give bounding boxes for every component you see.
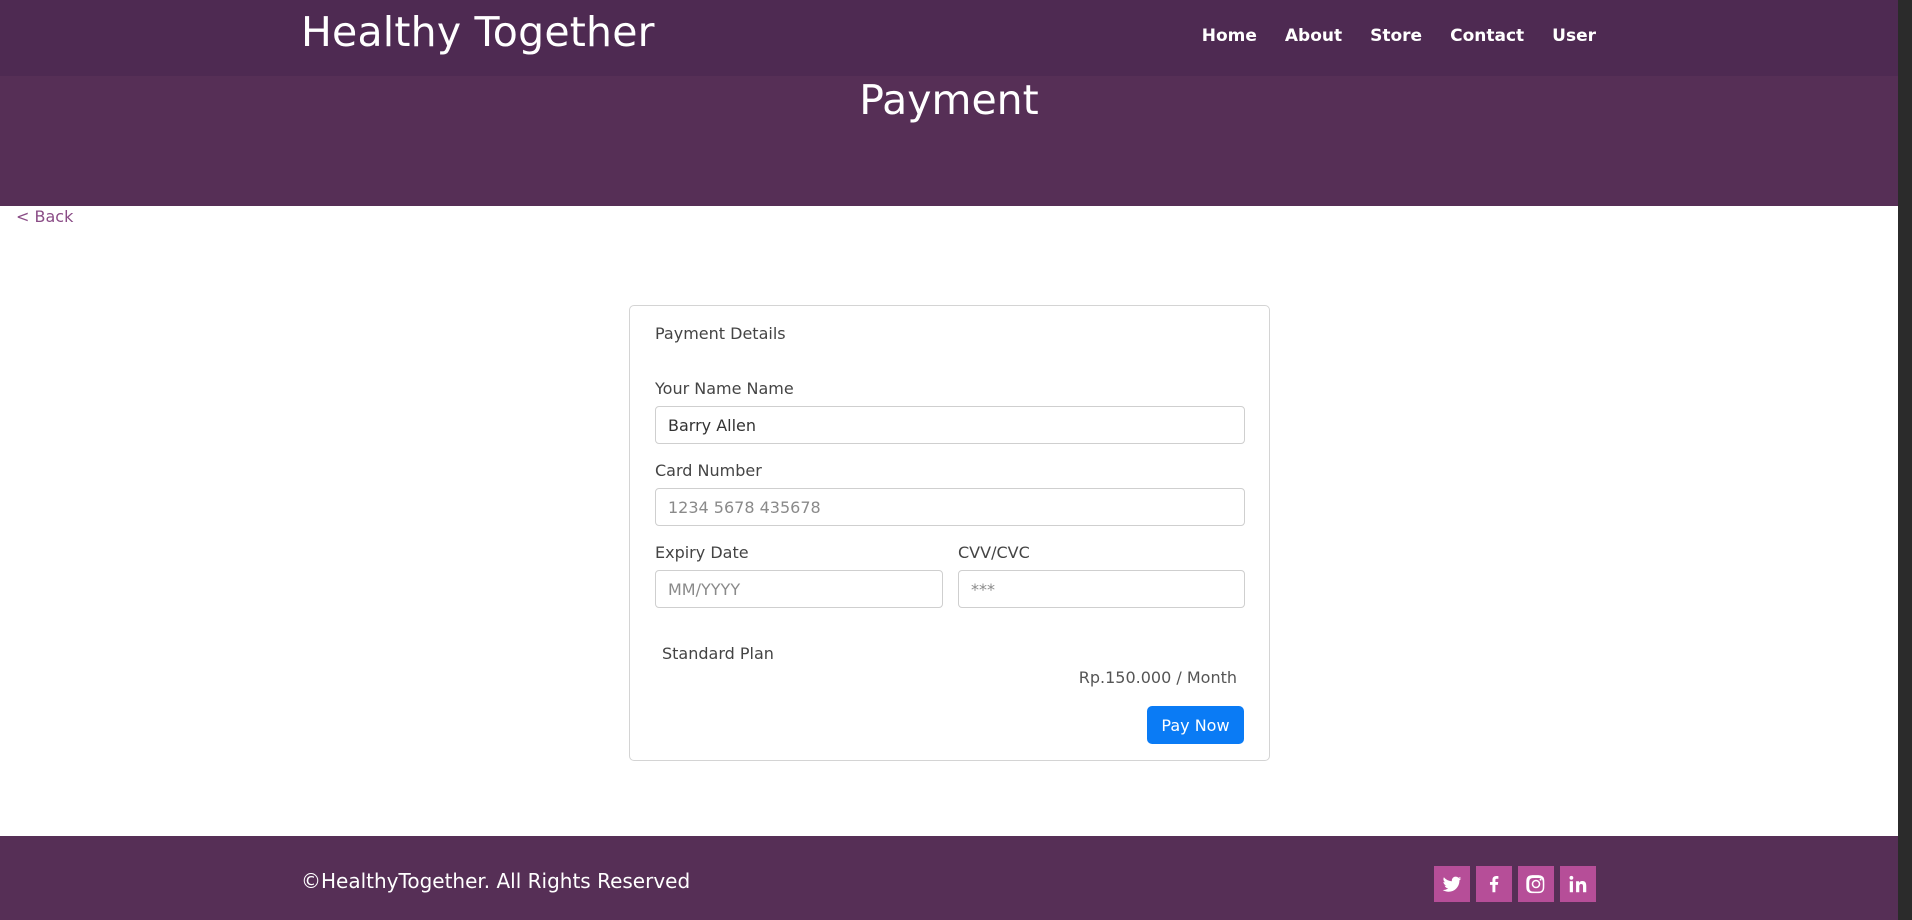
scrollbar[interactable] bbox=[1898, 0, 1912, 920]
linkedin-icon[interactable] bbox=[1560, 866, 1596, 902]
expiry-date-label: Expiry Date bbox=[655, 543, 749, 562]
footer: ©HealthyTogether. All Rights Reserved bbox=[0, 836, 1898, 920]
name-field[interactable] bbox=[655, 406, 1245, 444]
nav-links: Home About Store Contact User bbox=[1174, 26, 1596, 46]
hero-banner: Payment bbox=[0, 76, 1898, 206]
nav-about[interactable]: About bbox=[1285, 26, 1342, 46]
card-number-field[interactable] bbox=[655, 488, 1245, 526]
back-link[interactable]: < Back bbox=[16, 207, 73, 226]
copyright-text: ©HealthyTogether. All Rights Reserved bbox=[301, 869, 691, 893]
nav-home[interactable]: Home bbox=[1202, 26, 1257, 46]
twitter-icon[interactable] bbox=[1434, 866, 1470, 902]
payment-card: Payment Details Your Name Name Card Numb… bbox=[629, 305, 1270, 761]
card-number-label: Card Number bbox=[655, 461, 762, 480]
nav-contact[interactable]: Contact bbox=[1450, 26, 1524, 46]
name-label: Your Name Name bbox=[655, 379, 794, 398]
instagram-icon[interactable] bbox=[1518, 866, 1554, 902]
page-title: Payment bbox=[859, 76, 1039, 124]
plan-name: Standard Plan bbox=[662, 644, 774, 663]
brand-logo-text[interactable]: Healthy Together bbox=[301, 8, 655, 56]
nav-store[interactable]: Store bbox=[1370, 26, 1422, 46]
payment-details-title: Payment Details bbox=[655, 324, 786, 343]
navbar: Healthy Together Home About Store Contac… bbox=[0, 0, 1898, 76]
expiry-date-field[interactable] bbox=[655, 570, 943, 608]
nav-user[interactable]: User bbox=[1552, 26, 1596, 46]
cvv-field[interactable] bbox=[958, 570, 1245, 608]
plan-price: Rp.150.000 / Month bbox=[1078, 668, 1237, 687]
social-links bbox=[1434, 866, 1596, 902]
pay-now-button[interactable]: Pay Now bbox=[1147, 706, 1244, 744]
facebook-icon[interactable] bbox=[1476, 866, 1512, 902]
cvv-label: CVV/CVC bbox=[958, 543, 1030, 562]
page: Healthy Together Home About Store Contac… bbox=[0, 0, 1898, 920]
